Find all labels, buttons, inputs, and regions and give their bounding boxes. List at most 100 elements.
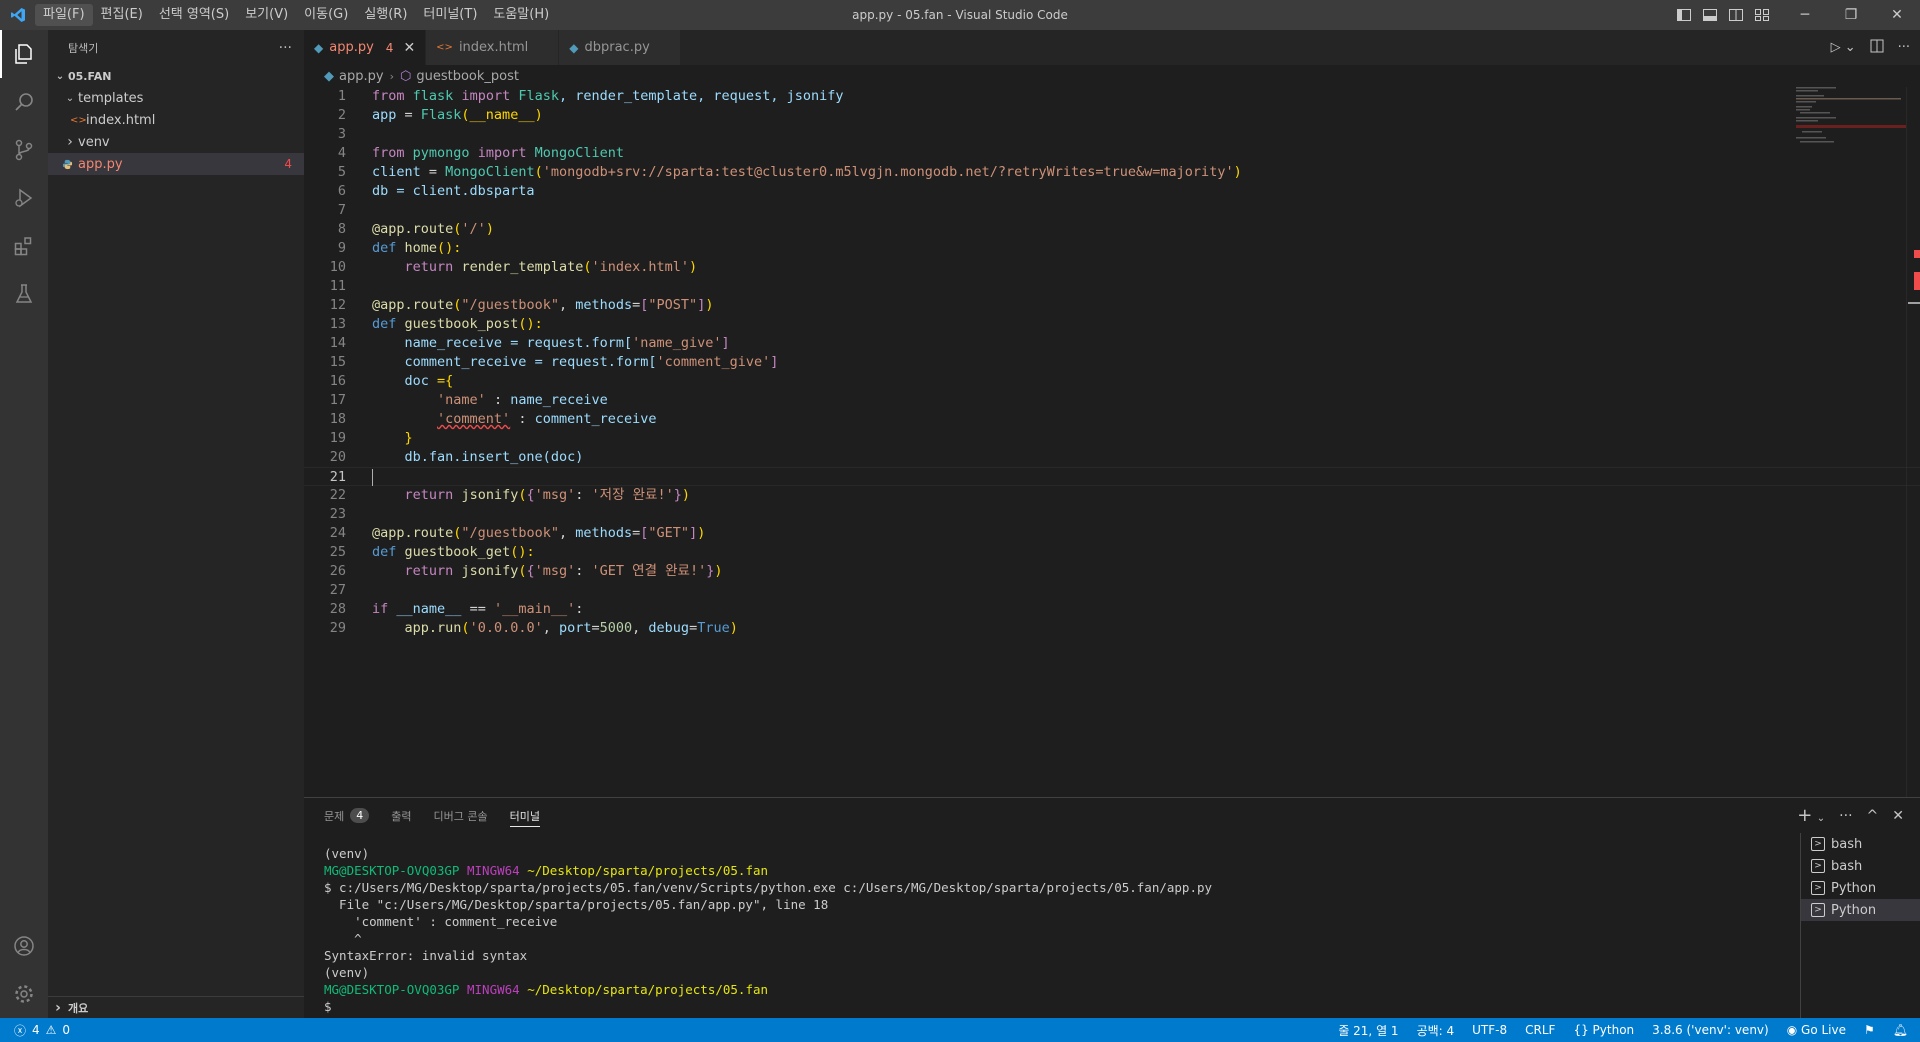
code-line[interactable]: return render_template('index.html') [346, 258, 698, 277]
toggle-sidebar-icon[interactable] [1676, 7, 1692, 23]
tab-problems[interactable]: 문제 4 [324, 798, 370, 833]
code-line[interactable]: 'comment' : comment_receive [346, 410, 656, 429]
problems-status[interactable]: ⓧ 4 ⚠ 0 [0, 1022, 70, 1039]
code-line[interactable]: def guestbook_post(): [346, 315, 543, 334]
code-line[interactable] [346, 125, 372, 144]
folder-root[interactable]: ⌄ 05.FAN [48, 65, 304, 87]
code-line[interactable]: def guestbook_get(): [346, 543, 535, 562]
settings-gear-icon[interactable] [0, 970, 48, 1018]
restore-button[interactable]: ❐ [1828, 0, 1874, 30]
toggle-secondary-sidebar-icon[interactable] [1728, 7, 1744, 23]
code-line[interactable]: 'name' : name_receive [346, 391, 608, 410]
current-line[interactable]: 21 [304, 467, 1920, 486]
breadcrumb-symbol[interactable]: guestbook_post [416, 69, 519, 84]
tab-terminal[interactable]: 터미널 [509, 798, 541, 833]
menu-selection[interactable]: 선택 영역(S) [151, 4, 237, 26]
code-line[interactable]: client = MongoClient('mongodb+srv://spar… [346, 163, 1242, 182]
split-editor-icon[interactable] [1870, 39, 1884, 57]
outline-section[interactable]: › 개요 [48, 996, 304, 1018]
code-line[interactable]: db = client.dbsparta [346, 182, 535, 201]
overview-ruler[interactable] [1906, 87, 1920, 797]
customize-layout-icon[interactable] [1754, 7, 1770, 23]
notifications-bell-icon[interactable]: 🔔︎ [1893, 1023, 1908, 1037]
end-of-line[interactable]: CRLF [1525, 1023, 1555, 1037]
new-terminal-button[interactable]: + ⌄ [1797, 805, 1825, 826]
code-line[interactable]: from flask import Flask, render_template… [346, 87, 843, 106]
menu-file[interactable]: 파일(F) [35, 4, 93, 26]
menu-terminal[interactable]: 터미널(T) [415, 4, 485, 26]
terminal-item-bash[interactable]: > bash [1801, 855, 1920, 877]
code-line[interactable]: app.run('0.0.0.0', port=5000, debug=True… [346, 619, 738, 638]
more-actions-icon[interactable]: ··· [1898, 40, 1910, 55]
code-line[interactable]: } [346, 429, 413, 448]
go-live-button[interactable]: ◉ Go Live [1787, 1023, 1846, 1037]
tab-dbprac-py[interactable]: ◆ dbprac.py [559, 30, 681, 65]
run-python-file-icon[interactable]: ▷ ⌄ [1831, 40, 1856, 55]
code-line[interactable]: if __name__ == '__main__': [346, 600, 583, 619]
code-line[interactable]: from pymongo import MongoClient [346, 144, 624, 163]
language-mode[interactable]: {} Python [1573, 1023, 1634, 1037]
close-icon[interactable]: ✕ [403, 40, 415, 56]
code-line[interactable]: @app.route("/guestbook", methods=["POST"… [346, 296, 713, 315]
tree-item-venv[interactable]: › venv [48, 131, 304, 153]
account-icon[interactable] [0, 922, 48, 970]
code-line[interactable]: return jsonify({'msg': '저장 완료!'}) [346, 486, 691, 505]
search-icon[interactable] [0, 78, 48, 126]
code-line[interactable] [346, 505, 372, 524]
terminal-item-python[interactable]: > Python [1801, 899, 1920, 921]
run-debug-icon[interactable] [0, 174, 48, 222]
indentation[interactable]: 공백: 4 [1417, 1022, 1455, 1039]
breadcrumb: ◆ app.py › ⬡ guestbook_post [304, 65, 1920, 87]
toggle-panel-icon[interactable] [1702, 7, 1718, 23]
more-actions-icon[interactable]: ··· [1839, 808, 1852, 824]
encoding[interactable]: UTF-8 [1472, 1023, 1507, 1037]
menu-run[interactable]: 실행(R) [356, 4, 415, 26]
terminal-line: ^ [324, 931, 362, 946]
code-line[interactable]: app = Flask(__name__) [346, 106, 543, 125]
code-editor[interactable]: 1 from flask import Flask, render_templat… [304, 87, 1920, 797]
menu-go[interactable]: 이동(G) [296, 4, 356, 26]
close-window-button[interactable]: ✕ [1874, 0, 1920, 30]
tab-debug-console[interactable]: 디버그 콘솔 [434, 798, 488, 833]
code-line[interactable]: return jsonify({'msg': 'GET 연결 완료!'}) [346, 562, 723, 581]
code-line[interactable]: name_receive = request.form['name_give'] [346, 334, 730, 353]
terminal-output[interactable]: (venv) MG@DESKTOP-OVQ03GP MINGW64 ~/Desk… [324, 845, 1774, 1015]
code-line[interactable]: comment_receive = request.form['comment_… [346, 353, 779, 372]
terminal-input-line[interactable]: $ [324, 998, 1774, 1015]
syntax-error-squiggle[interactable]: 'comment' [437, 411, 510, 427]
explorer-more-button[interactable]: ··· [279, 40, 292, 56]
tab-app-py[interactable]: ◆ app.py 4 ✕ [304, 30, 427, 65]
tab-output[interactable]: 출력 [391, 798, 411, 833]
code-line[interactable] [346, 201, 372, 220]
tree-item-label: templates [78, 90, 144, 106]
explorer-icon[interactable] [0, 30, 48, 78]
terminal-item-python[interactable]: > Python [1801, 877, 1920, 899]
tree-item-index-html[interactable]: <> index.html [48, 109, 304, 131]
tree-item-templates[interactable]: ⌄ templates [48, 87, 304, 109]
terminal-item-bash[interactable]: > bash [1801, 833, 1920, 855]
feedback-icon[interactable]: ⚑ [1864, 1023, 1875, 1037]
minimize-button[interactable]: ─ [1782, 0, 1828, 30]
close-panel-icon[interactable]: ✕ [1892, 808, 1904, 824]
code-line[interactable]: doc ={ [346, 372, 454, 391]
code-line[interactable]: db.fan.insert_one(doc) [346, 448, 584, 467]
python-interpreter[interactable]: 3.8.6 ('venv': venv) [1652, 1023, 1769, 1037]
code-line[interactable] [346, 468, 373, 486]
menu-help[interactable]: 도움말(H) [485, 4, 557, 26]
code-line[interactable]: @app.route("/guestbook", methods=["GET"]… [346, 524, 705, 543]
breadcrumb-file[interactable]: app.py [339, 69, 384, 84]
menu-view[interactable]: 보기(V) [237, 4, 296, 26]
minimap[interactable] [1796, 87, 1906, 147]
cursor-position[interactable]: 줄 21, 열 1 [1338, 1022, 1398, 1039]
menu-edit[interactable]: 편집(E) [93, 4, 151, 26]
tree-item-app-py[interactable]: app.py 4 [48, 153, 304, 175]
code-line[interactable]: def home(): [346, 239, 461, 258]
extensions-icon[interactable] [0, 222, 48, 270]
maximize-panel-icon[interactable]: ^ [1867, 808, 1879, 824]
code-line[interactable] [346, 581, 372, 600]
testing-flask-icon[interactable] [0, 270, 48, 318]
code-line[interactable]: @app.route('/') [346, 220, 494, 239]
tab-index-html[interactable]: <> index.html [426, 30, 560, 65]
source-control-icon[interactable] [0, 126, 48, 174]
code-line[interactable] [346, 277, 372, 296]
